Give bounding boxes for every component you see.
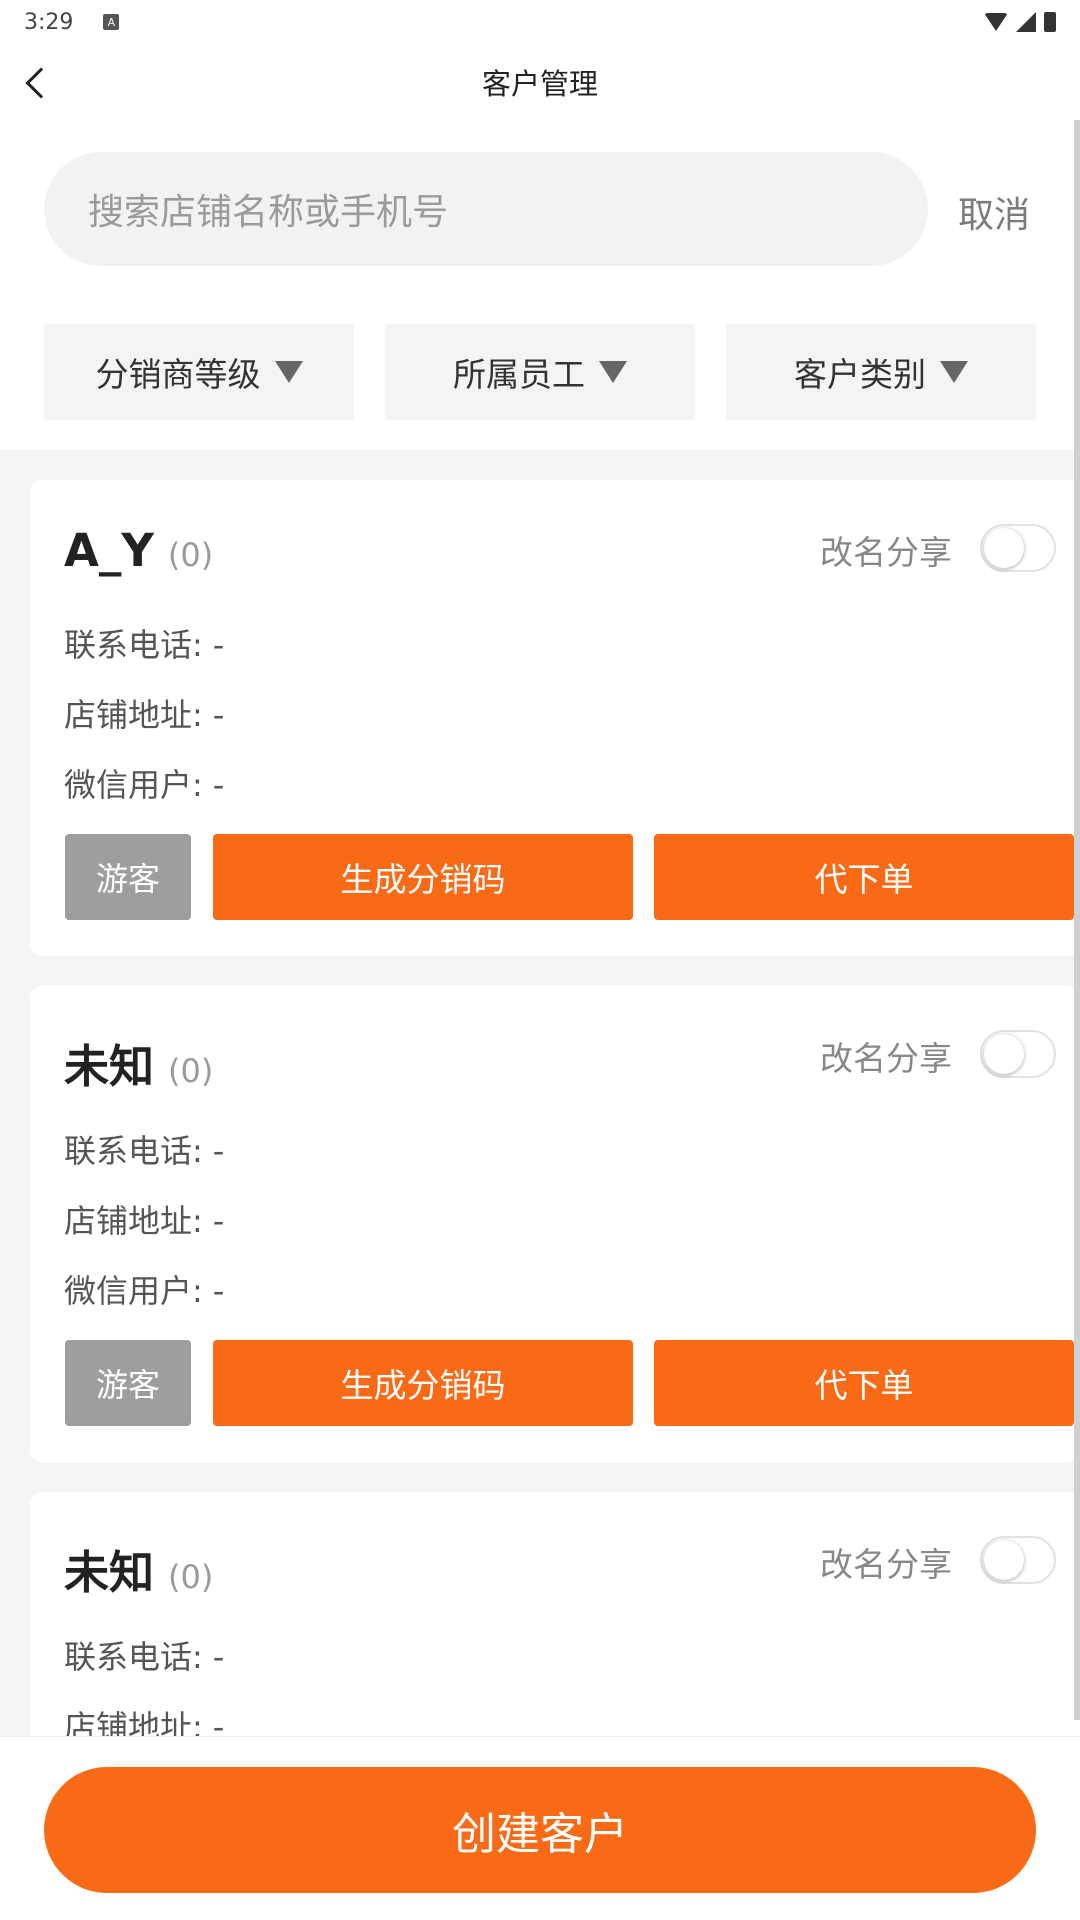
battery-icon [1044, 12, 1056, 32]
wechat-label: 微信用户: [64, 766, 203, 804]
phone-label: 联系电话: [64, 1132, 203, 1170]
filter-label: 所属员工 [453, 355, 585, 394]
dropdown-triangle-icon [599, 361, 627, 383]
place-order-button[interactable]: 代下单 [654, 1340, 1074, 1426]
rename-share-toggle[interactable] [980, 1030, 1056, 1078]
signal-icon [1016, 12, 1036, 32]
customer-name: A_Y [64, 524, 154, 577]
filter-label: 客户类别 [794, 355, 926, 394]
cancel-button[interactable]: 取消 [958, 186, 1030, 238]
customer-count: (0) [168, 1052, 214, 1090]
guest-tag-button[interactable]: 游客 [65, 1340, 191, 1426]
bottom-action-bar: 创建客户 [0, 1736, 1080, 1920]
customer-name-row: 未知 (0) [64, 1536, 213, 1601]
address-label: 店铺地址: [64, 696, 203, 734]
filter-distributor-level[interactable]: 分销商等级 [44, 324, 354, 420]
customer-count: (0) [168, 1558, 214, 1596]
rename-share-toggle[interactable] [980, 524, 1056, 572]
address-row: 店铺地址: - [64, 1196, 224, 1242]
search-input[interactable]: 搜索店铺名称或手机号 [44, 152, 928, 266]
customer-management-page: 3:29 A 客户管理 搜索店铺名称或手机号 取消 分销商等级 所属员工 客户类… [0, 0, 1080, 1920]
customer-name: 未知 [64, 1040, 155, 1093]
customer-name-row: 未知 (0) [64, 1030, 213, 1095]
customer-card: A_Y (0) 改名分享 联系电话: - 店铺地址: - 微信用户: - 游客 生成分… [30, 480, 1080, 956]
place-order-button[interactable]: 代下单 [654, 834, 1074, 920]
rename-share-label: 改名分享 [820, 1039, 952, 1078]
address-value: - [212, 696, 225, 734]
toggle-knob [984, 1034, 1024, 1074]
phone-row: 联系电话: - [64, 1632, 224, 1678]
address-value: - [212, 1202, 225, 1240]
phone-value: - [212, 1638, 225, 1676]
wechat-value: - [212, 1272, 225, 1310]
page-title: 客户管理 [481, 67, 598, 101]
filter-customer-type[interactable]: 客户类别 [726, 324, 1036, 420]
filter-employee[interactable]: 所属员工 [385, 324, 695, 420]
address-row: 店铺地址: - [64, 690, 224, 736]
app-header: 客户管理 [0, 44, 1080, 120]
phone-value: - [212, 626, 225, 664]
phone-label: 联系电话: [64, 1638, 203, 1676]
toggle-knob [984, 1540, 1024, 1580]
generate-distribution-code-button[interactable]: 生成分销码 [213, 1340, 633, 1426]
back-arrow-icon[interactable] [25, 67, 57, 99]
status-time: 3:29 [24, 9, 74, 35]
filter-label: 分销商等级 [95, 355, 261, 394]
address-label: 店铺地址: [64, 1202, 203, 1240]
phone-row: 联系电话: - [64, 620, 224, 666]
search-filter-section: 搜索店铺名称或手机号 取消 分销商等级 所属员工 客户类别 [0, 120, 1080, 450]
dropdown-triangle-icon [940, 361, 968, 383]
status-bar: 3:29 A [0, 0, 1080, 44]
dropdown-triangle-icon [274, 361, 303, 383]
phone-row: 联系电话: - [64, 1126, 224, 1172]
phone-value: - [212, 1132, 225, 1170]
guest-tag-button[interactable]: 游客 [65, 834, 191, 920]
rename-share-toggle[interactable] [980, 1536, 1056, 1584]
rename-share-label: 改名分享 [820, 533, 952, 572]
wechat-row: 微信用户: - [64, 1266, 224, 1312]
wechat-value: - [212, 766, 225, 804]
wifi-icon [984, 13, 1008, 31]
create-customer-button[interactable]: 创建客户 [44, 1767, 1036, 1893]
wechat-row: 微信用户: - [64, 760, 224, 806]
customer-name: 未知 [64, 1546, 155, 1599]
status-icons [984, 12, 1056, 32]
phone-label: 联系电话: [64, 626, 203, 664]
wechat-label: 微信用户: [64, 1272, 203, 1310]
toggle-knob [984, 528, 1024, 568]
search-placeholder: 搜索店铺名称或手机号 [88, 192, 449, 233]
scrollbar[interactable] [1074, 120, 1080, 1720]
rename-share-label: 改名分享 [820, 1545, 952, 1584]
notification-badge-icon: A [103, 14, 120, 30]
customer-name-row: A_Y (0) [64, 524, 213, 577]
customer-card: 未知 (0) 改名分享 联系电话: - 店铺地址: - 微信用户: - 游客 生成分销… [30, 986, 1080, 1462]
customer-count: (0) [167, 536, 214, 574]
generate-distribution-code-button[interactable]: 生成分销码 [213, 834, 633, 920]
